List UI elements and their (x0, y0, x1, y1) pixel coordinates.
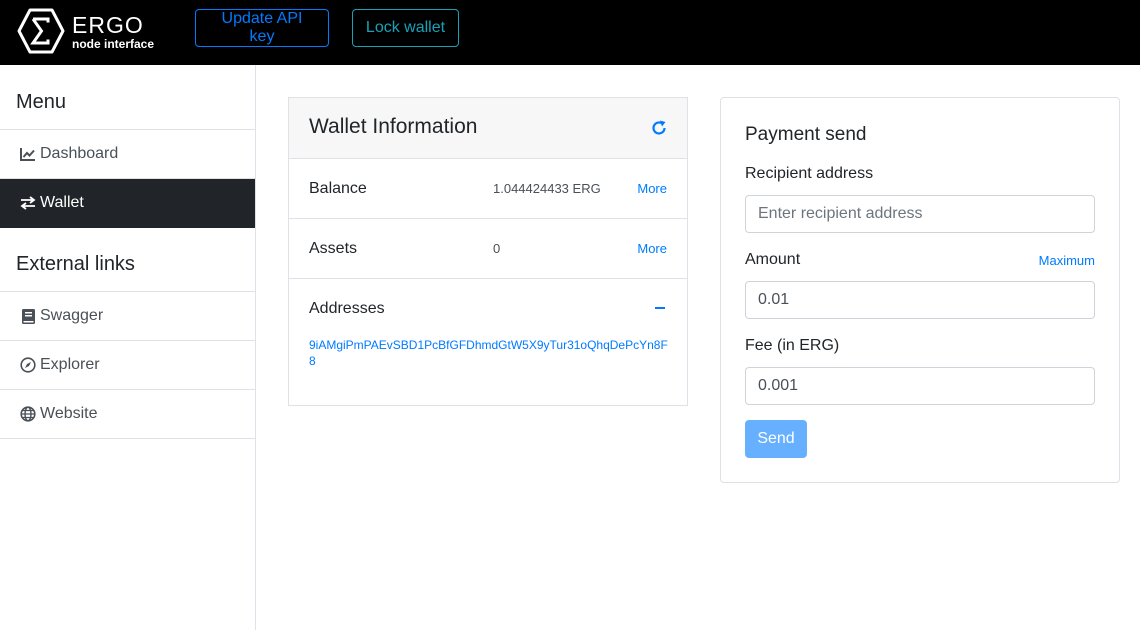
sidebar: Menu Dashboard Wallet External links Swa… (0, 65, 256, 630)
balance-value: 1.044424433 ERG (493, 181, 601, 196)
chart-line-icon (20, 146, 36, 162)
update-api-key-button[interactable]: Update API key (195, 9, 329, 47)
book-icon (20, 308, 36, 324)
amount-label: Amount (745, 251, 801, 268)
assets-row: Assets 0 More (289, 219, 687, 279)
sidebar-item-label: Wallet (40, 194, 84, 211)
fee-label: Fee (in ERG) (745, 337, 840, 354)
sidebar-item-explorer[interactable]: Explorer (0, 341, 255, 390)
sidebar-item-swagger[interactable]: Swagger (0, 292, 255, 341)
sidebar-item-dashboard[interactable]: Dashboard (0, 130, 255, 179)
maximum-link[interactable]: Maximum (1039, 253, 1095, 268)
payment-send-title: Payment send (745, 124, 867, 145)
wallet-card-title: Wallet Information (309, 115, 478, 138)
sidebar-item-label: Swagger (40, 307, 104, 324)
payment-send-card: Payment send Recipient address Amount Ma… (720, 97, 1120, 483)
addresses-label: Addresses (309, 300, 385, 317)
compass-icon (20, 357, 36, 373)
send-button[interactable]: Send (745, 420, 807, 458)
assets-label: Assets (309, 240, 358, 257)
assets-value: 0 (493, 241, 501, 256)
lock-wallet-button[interactable]: Lock wallet (352, 9, 459, 47)
sidebar-item-label: Dashboard (40, 145, 119, 162)
external-links-heading: External links (0, 228, 255, 292)
sidebar-item-label: Website (40, 405, 98, 422)
ergo-logo-icon[interactable] (16, 3, 66, 59)
assets-more-link[interactable]: More (637, 241, 667, 256)
sidebar-item-wallet[interactable]: Wallet (0, 179, 255, 228)
balance-more-link[interactable]: More (637, 181, 667, 196)
wallet-info-card: Wallet Information Balance 1.044424433 E… (288, 97, 688, 406)
wallet-address-link[interactable]: 9iAMgiPmPAEvSBD1PcBfGFDhmdGtW5X9yTur31oQ… (309, 337, 669, 369)
wallet-card-header: Wallet Information (289, 98, 687, 159)
top-navbar: ERGO node interface Update API key Lock … (0, 0, 1140, 65)
collapse-addresses-icon[interactable] (655, 307, 665, 309)
brand-subtitle: node interface (72, 37, 155, 51)
recipient-address-input[interactable] (745, 195, 1095, 233)
menu-heading: Menu (0, 65, 255, 130)
fee-input[interactable] (745, 367, 1095, 405)
refresh-icon[interactable] (649, 118, 669, 138)
balance-label: Balance (309, 180, 367, 197)
amount-input[interactable] (745, 281, 1095, 319)
brand-name: ERGO (72, 12, 144, 38)
sidebar-item-label: Explorer (40, 356, 100, 373)
logo-text[interactable]: ERGO node interface (72, 13, 154, 51)
sidebar-item-website[interactable]: Website (0, 390, 255, 439)
recipient-address-label: Recipient address (745, 165, 874, 182)
balance-row: Balance 1.044424433 ERG More (289, 159, 687, 219)
addresses-section: Addresses 9iAMgiPmPAEvSBD1PcBfGFDhmdGtW5… (289, 279, 687, 405)
exchange-arrows-icon (20, 195, 36, 211)
globe-icon (20, 406, 36, 422)
